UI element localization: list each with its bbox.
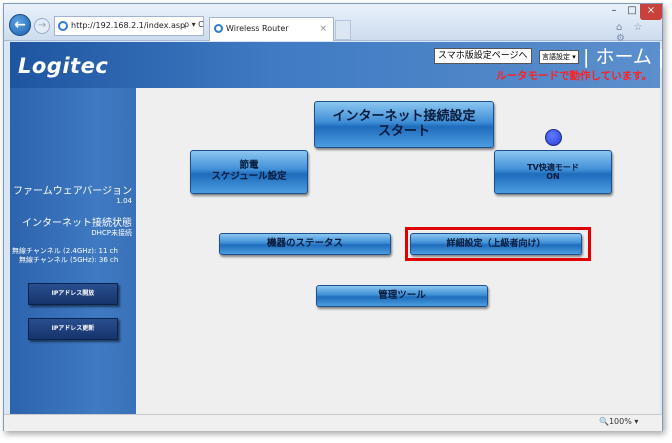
- minimize-button[interactable]: –: [604, 4, 624, 20]
- tab-wireless-router[interactable]: Wireless Router ×: [209, 17, 334, 41]
- tv-mode-indicator-icon: [545, 129, 562, 146]
- firmware-version: 1.04: [116, 197, 132, 205]
- power-schedule-button[interactable]: 節電 スケジュール設定: [190, 150, 308, 194]
- browser-toolbar: ← → http://192.168.2.1/index.asp ρ ▾ C W…: [4, 4, 662, 44]
- smartphone-page-button[interactable]: スマホ版設定ページへ: [434, 48, 532, 64]
- tab-close-icon[interactable]: ×: [319, 18, 327, 40]
- tv-mode-button[interactable]: TV快適モード ON: [494, 150, 612, 194]
- back-button[interactable]: ←: [9, 14, 31, 36]
- firmware-label: ファームウェアバージョン: [13, 186, 133, 197]
- home-favorites-settings-icon[interactable]: ⌂ ☆ ⚙: [616, 22, 662, 44]
- tab-favicon-icon: [214, 24, 223, 33]
- device-status-button[interactable]: 機器のステータス: [219, 233, 391, 255]
- tab-title: Wireless Router: [226, 24, 289, 33]
- ip-release-button[interactable]: IPアドレス開放: [28, 283, 118, 305]
- zoom-level[interactable]: 🔍100% ▾: [599, 417, 638, 426]
- forward-button[interactable]: →: [34, 18, 50, 34]
- internet-setup-start-button[interactable]: インターネット接続設定 スタート: [314, 101, 494, 148]
- close-button[interactable]: ×: [640, 4, 662, 20]
- internet-status-value: DHCP未接続: [91, 229, 132, 237]
- status-bar: 🔍100% ▾: [4, 414, 662, 431]
- logitec-logo: Logitec: [18, 54, 109, 78]
- ip-renew-button[interactable]: IPアドレス更新: [28, 318, 118, 340]
- page-header: Logitec スマホ版設定ページへ 言語設定 ▾ | ホーム | ルータモード…: [10, 42, 664, 88]
- maximize-button[interactable]: □: [622, 4, 642, 20]
- browser-window: ← → http://192.168.2.1/index.asp ρ ▾ C W…: [3, 3, 664, 431]
- router-mode-status: ルータモードで動作しています。: [496, 70, 653, 82]
- ie-icon: [58, 21, 68, 31]
- address-text: http://192.168.2.1/index.asp: [71, 21, 186, 30]
- new-tab-button[interactable]: [335, 20, 351, 40]
- admin-tools-button[interactable]: 管理ツール: [316, 285, 488, 307]
- address-bar[interactable]: http://192.168.2.1/index.asp: [54, 16, 204, 36]
- language-select[interactable]: 言語設定 ▾: [539, 50, 579, 64]
- home-link[interactable]: | ホーム |: [583, 42, 664, 69]
- address-tools[interactable]: ρ ▾ C: [184, 20, 204, 29]
- advanced-settings-highlight: [405, 227, 591, 261]
- sidebar: ファームウェアバージョン 1.04 インターネット接続状態 DHCP未接続 無線…: [10, 42, 136, 414]
- internet-status-label: インターネット接続状態: [22, 218, 132, 229]
- channel-5ghz: 無線チャンネル (5GHz): 36 ch: [19, 256, 119, 264]
